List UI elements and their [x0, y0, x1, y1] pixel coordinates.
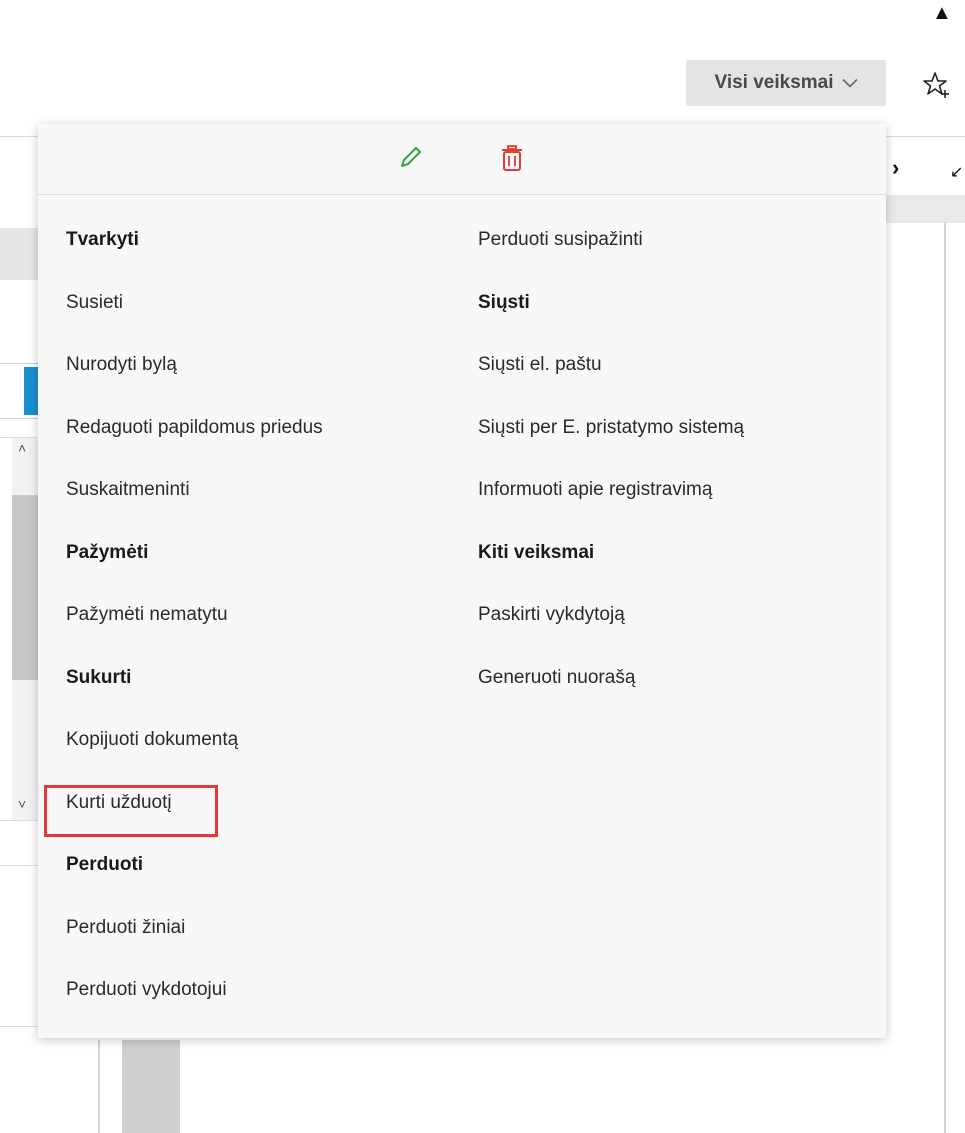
- menu-group-header: Kiti veiksmai: [478, 541, 595, 563]
- chevron-down-icon: [841, 78, 858, 88]
- expand-icon[interactable]: ↙: [950, 162, 963, 182]
- menu-item-generuoti-nuorasa[interactable]: Generuoti nuorašą: [478, 647, 744, 710]
- menu-right-column: Perduoti susipažinti Siųsti Siųsti el. p…: [478, 209, 744, 709]
- menu-item-suskaitmeninti[interactable]: Suskaitmeninti: [66, 459, 323, 522]
- menu-item-informuoti-apie-registravima[interactable]: Informuoti apie registravimą: [478, 459, 744, 522]
- scroll-down-icon[interactable]: ˅: [18, 796, 26, 812]
- menu-group-header: Perduoti: [66, 854, 144, 876]
- document-preview-column: [122, 1040, 180, 1133]
- left-panel-accent: [24, 367, 38, 415]
- list-divider: [0, 1026, 38, 1027]
- menu-group-header: Tvarkyti: [66, 229, 139, 251]
- all-actions-label: Visi veiksmai: [714, 72, 834, 93]
- document-preview: [98, 1040, 945, 1133]
- scrollbar-thumb[interactable]: [12, 495, 38, 680]
- menu-item-kopijuoti-dokumenta[interactable]: Kopijuoti dokumentą: [66, 709, 323, 772]
- menu-left-column: Tvarkyti Susieti Nurodyti bylą Redaguoti…: [66, 209, 323, 1022]
- menu-group-header: Pažymėti: [66, 541, 149, 563]
- pencil-icon[interactable]: [396, 144, 424, 172]
- list-divider: [0, 865, 38, 866]
- menu-item-perduoti-susipazinti[interactable]: Perduoti susipažinti: [478, 209, 744, 272]
- menu-item-nurodyti-byla[interactable]: Nurodyti bylą: [66, 334, 323, 397]
- document-border: [944, 222, 946, 1133]
- left-panel-header: [0, 228, 38, 280]
- scroll-up-icon[interactable]: ˄: [18, 440, 26, 456]
- actions-dropdown: Tvarkyti Susieti Nurodyti bylą Redaguoti…: [38, 124, 886, 1038]
- document-toolbar: [886, 195, 965, 223]
- menu-item-susieti[interactable]: Susieti: [66, 272, 323, 335]
- list-divider: [0, 820, 38, 821]
- menu-item-paskirti-vykdytoja[interactable]: Paskirti vykdytoją: [478, 584, 744, 647]
- menu-item-perduoti-ziniai[interactable]: Perduoti žiniai: [66, 897, 323, 960]
- menu-item-kurti-uzduoti[interactable]: Kurti užduotį: [66, 772, 323, 835]
- menu-group-header: Sukurti: [66, 666, 132, 688]
- menu-item-siusti-e-pristatymo[interactable]: Siųsti per E. pristatymo sistemą: [478, 397, 744, 460]
- trash-icon[interactable]: [499, 144, 525, 174]
- menu-group-header: Siųsti: [478, 291, 530, 313]
- star-plus-icon[interactable]: [922, 70, 952, 100]
- collapse-icon[interactable]: ▲: [932, 2, 952, 25]
- dropdown-toolbar: [38, 124, 886, 195]
- all-actions-button[interactable]: Visi veiksmai: [686, 60, 886, 106]
- menu-item-pazymeti-nematytu[interactable]: Pažymėti nematytu: [66, 584, 323, 647]
- menu-item-redaguoti-priedus[interactable]: Redaguoti papildomus priedus: [66, 397, 323, 460]
- next-page-icon[interactable]: ›: [892, 155, 899, 181]
- menu-item-siusti-el-pastu[interactable]: Siųsti el. paštu: [478, 334, 744, 397]
- menu-item-perduoti-vykdotojui[interactable]: Perduoti vykdotojui: [66, 959, 323, 1022]
